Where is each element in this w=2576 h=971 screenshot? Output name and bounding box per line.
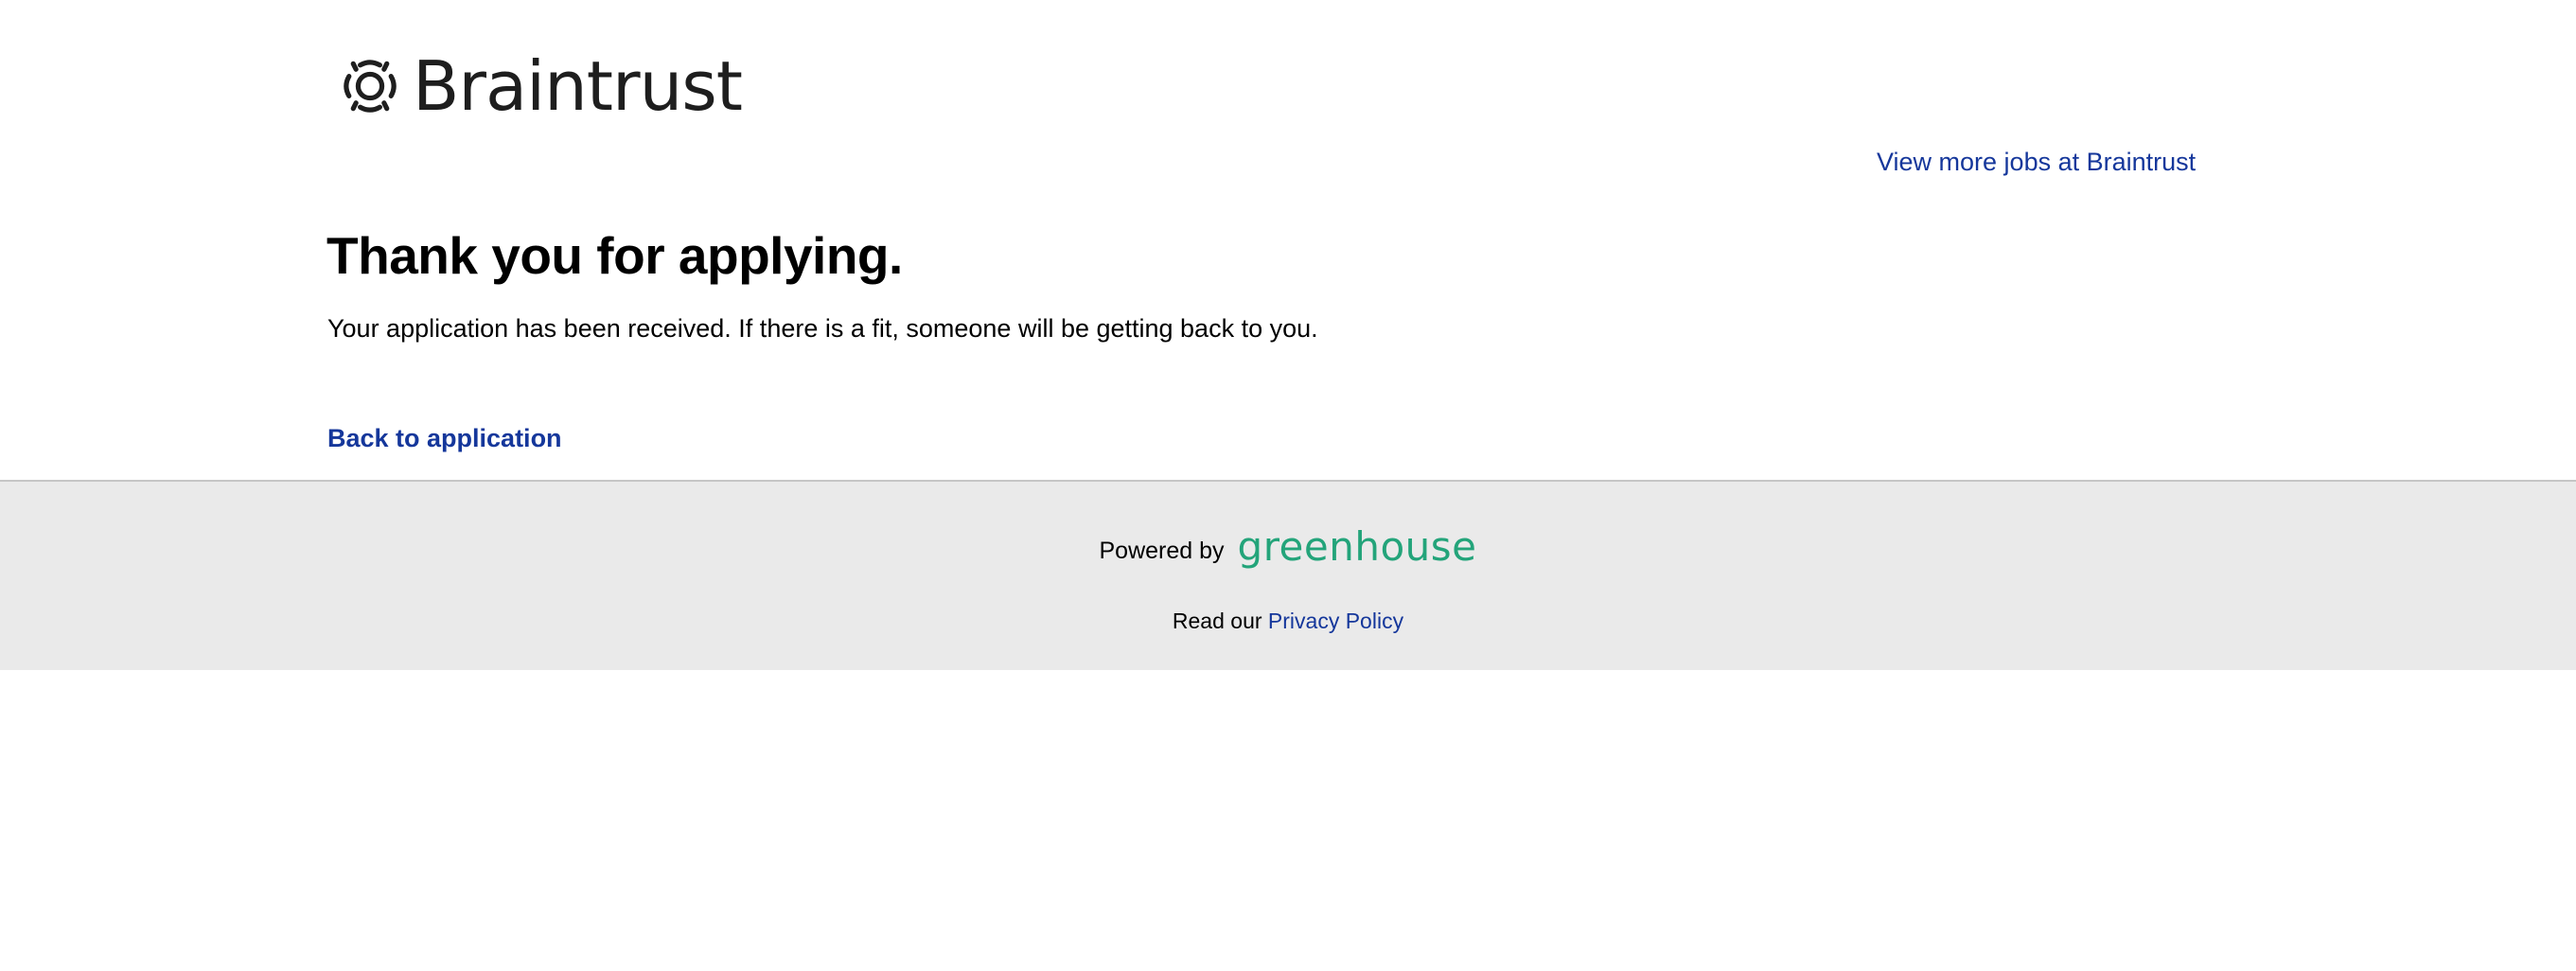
page-header: Braintrust View more jobs at Braintrust xyxy=(0,0,2576,201)
company-name: Braintrust xyxy=(413,46,743,126)
powered-by-label: Powered by xyxy=(1099,537,1225,564)
back-to-application-link[interactable]: Back to application xyxy=(327,424,562,453)
braintrust-logo-icon xyxy=(344,60,397,113)
view-more-jobs-link[interactable]: View more jobs at Braintrust xyxy=(1877,148,2196,177)
braintrust-logo: Braintrust xyxy=(335,46,743,126)
confirmation-message: Your application has been received. If t… xyxy=(327,314,1318,343)
greenhouse-logo[interactable]: greenhouse xyxy=(1238,527,1477,567)
privacy-prefix: Read our xyxy=(1172,609,1262,633)
privacy-notice: Read our Privacy Policy xyxy=(0,609,2576,634)
powered-by: Powered by greenhouse xyxy=(0,527,2576,567)
privacy-policy-link[interactable]: Privacy Policy xyxy=(1268,609,1403,633)
page-footer: Powered by greenhouse Read our Privacy P… xyxy=(0,480,2576,670)
confirmation-content: Thank you for applying. Your application… xyxy=(0,201,2576,481)
page-title: Thank you for applying. xyxy=(326,226,903,285)
